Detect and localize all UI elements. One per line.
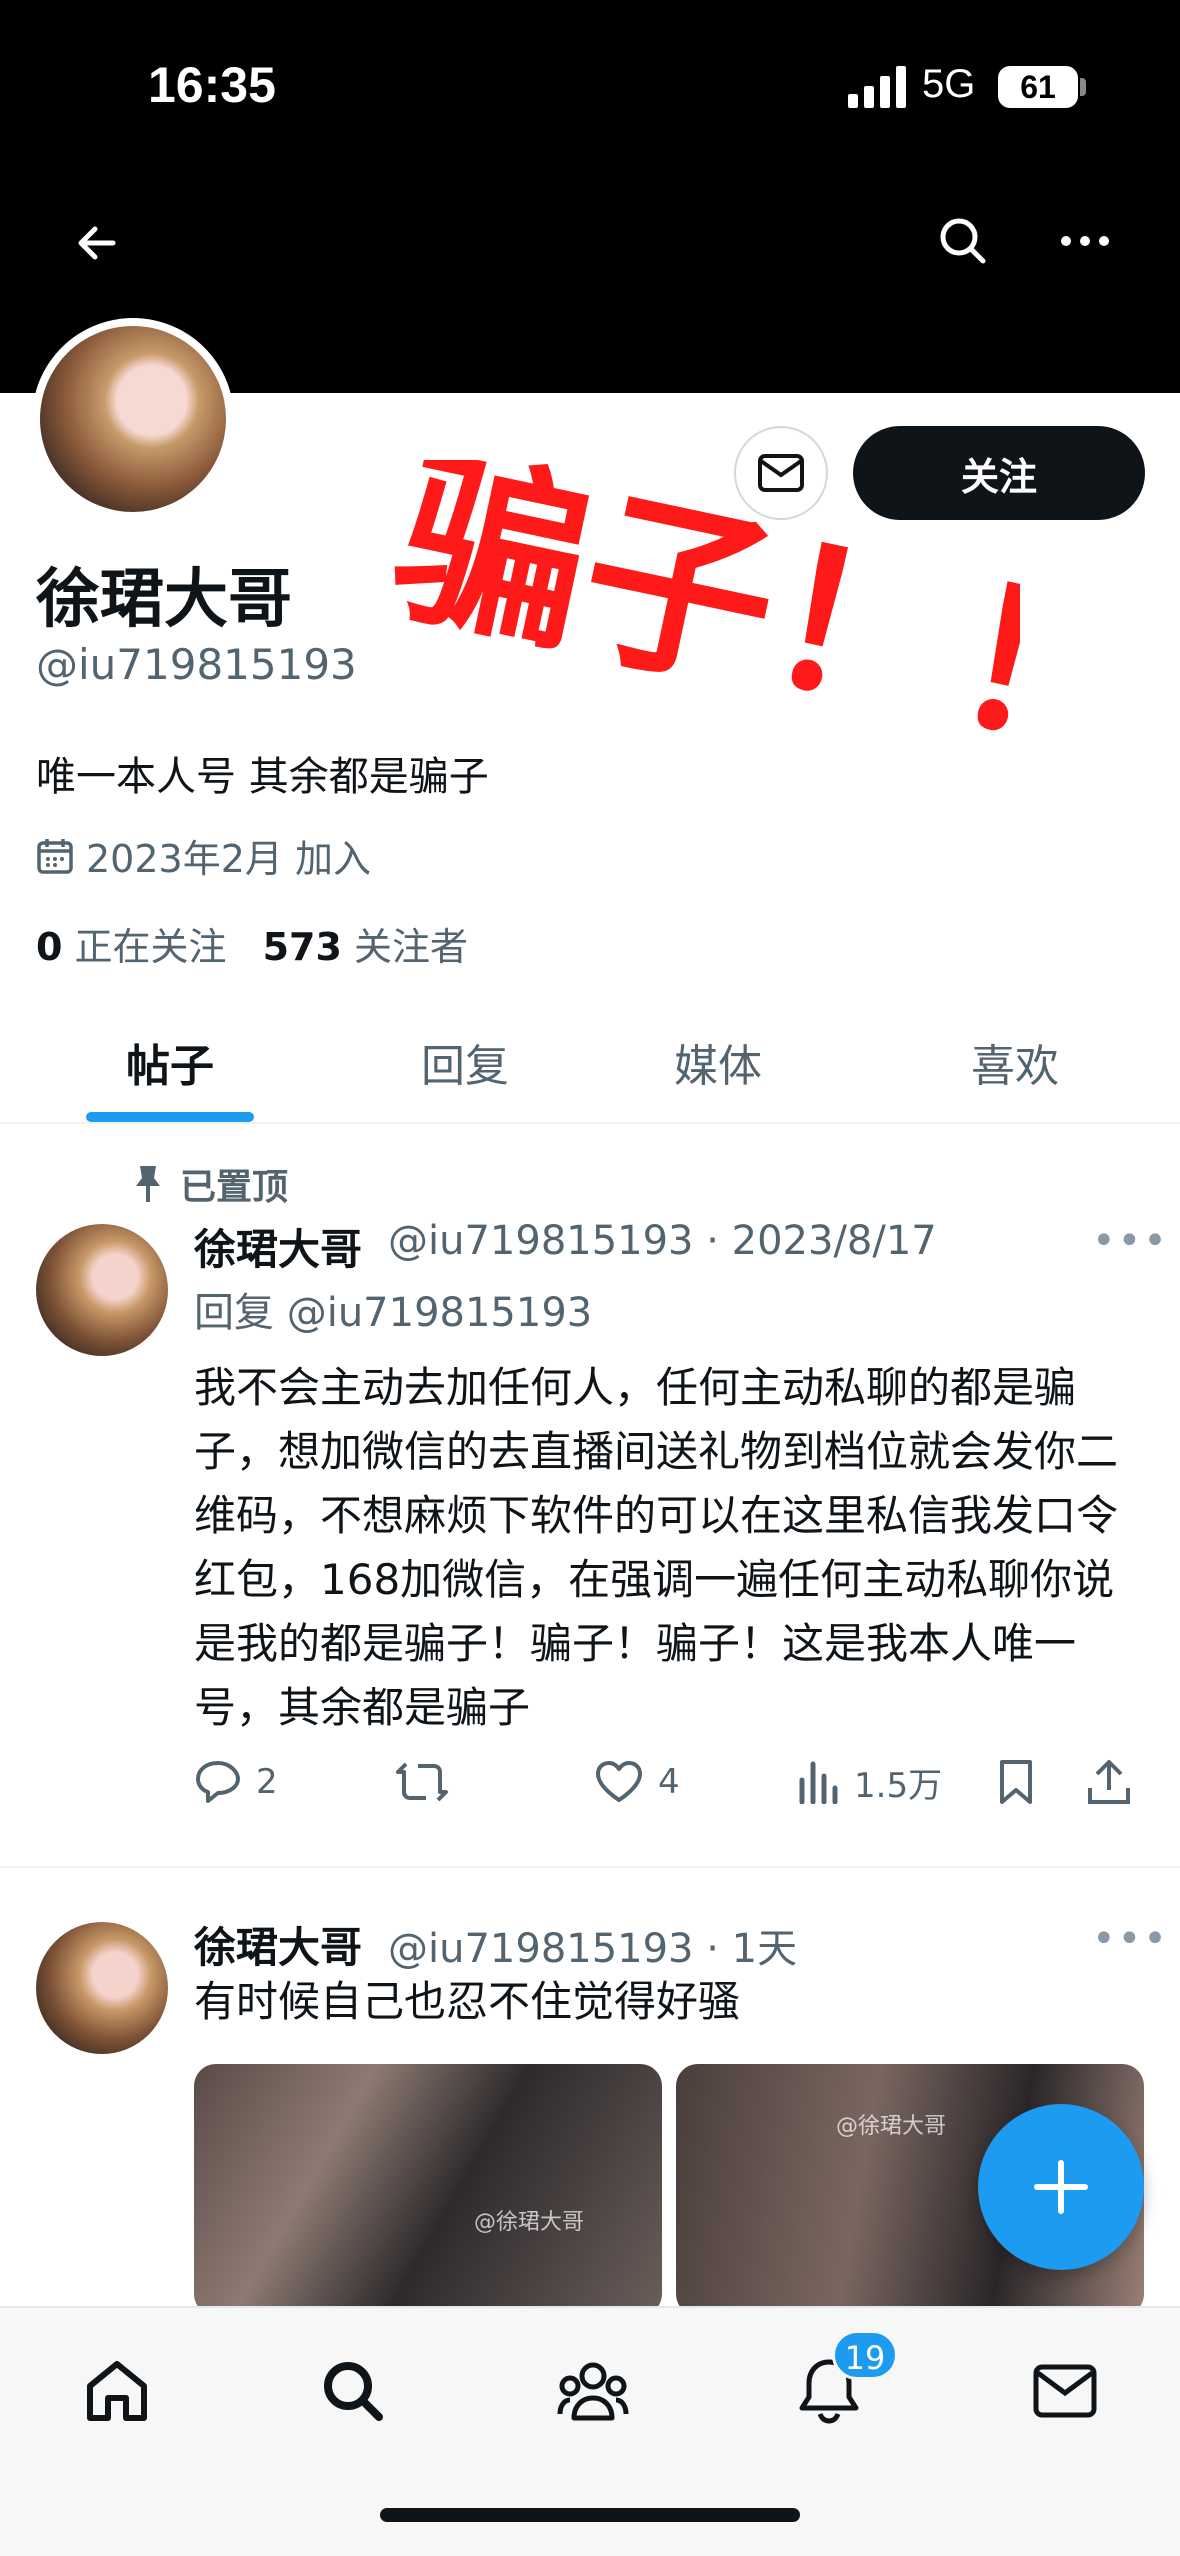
following-label: 正在关注: [74, 925, 227, 969]
home-icon[interactable]: [74, 2348, 160, 2434]
retweet-action[interactable]: [394, 1752, 450, 1812]
post-avatar[interactable]: [36, 1922, 168, 2054]
following-count: 0: [36, 925, 63, 969]
bookmark-icon: [1000, 1760, 1032, 1804]
envelope-icon: [758, 454, 804, 492]
status-time: 16:35: [148, 57, 276, 113]
plus-icon: [1034, 2160, 1088, 2214]
network-type: 5G: [922, 62, 976, 106]
share-action[interactable]: [1086, 1752, 1132, 1812]
followers-count: 573: [262, 925, 342, 969]
join-date: 2023年2月 加入: [36, 828, 371, 883]
display-name: 徐珺大哥: [36, 563, 292, 637]
post-avatar[interactable]: [36, 1224, 168, 1356]
post-actions: 2 4 1.5万: [194, 1752, 1146, 1812]
views-action[interactable]: 1.5万: [796, 1752, 942, 1812]
post-text: 我不会主动去加任何人，任何主动私聊的都是骗子，想加微信的去直播间送礼物到档位就会…: [194, 1363, 1119, 1732]
message-button[interactable]: [734, 426, 828, 520]
battery-level: 61: [998, 66, 1078, 108]
heart-icon: [596, 1761, 642, 1802]
messages-icon[interactable]: [1022, 2348, 1108, 2434]
active-tab-indicator: [86, 1112, 254, 1122]
home-indicator: [380, 2508, 800, 2522]
followers-label: 关注者: [353, 925, 468, 969]
following-stat[interactable]: 0 正在关注: [36, 916, 227, 971]
tab-replies[interactable]: 回复: [355, 1000, 575, 1124]
tab-posts[interactable]: 帖子: [60, 1000, 280, 1124]
profile-bio: 唯一本人号 其余都是骗子: [36, 754, 489, 800]
like-count: 4: [658, 1762, 680, 1802]
reply-to[interactable]: 回复 @iu719815193: [194, 1280, 592, 1338]
image-watermark: @徐珺大哥: [836, 2114, 947, 2139]
retweet-icon: [396, 1762, 448, 1802]
reply-icon: [196, 1761, 240, 1803]
search-icon[interactable]: [928, 206, 998, 276]
reply-action[interactable]: 2: [194, 1752, 278, 1812]
post-more-icon[interactable]: •••: [1092, 1218, 1169, 1264]
pinned-label: 已置顶: [132, 1158, 288, 1210]
profile-tabs: 帖子 回复 媒体 喜欢: [0, 1000, 1180, 1124]
notifications-badge: 19: [832, 2330, 898, 2380]
more-options-icon[interactable]: [1050, 206, 1120, 276]
tab-media[interactable]: 媒体: [608, 1000, 828, 1124]
followers-stat[interactable]: 573 关注者: [263, 916, 468, 971]
post-author-name[interactable]: 徐珺大哥: [194, 1216, 362, 1277]
follow-stats: 0 正在关注 573 关注者: [36, 916, 468, 971]
image-watermark: @徐珺大哥: [474, 2210, 585, 2235]
compose-button[interactable]: [978, 2104, 1144, 2270]
view-count: 1.5万: [854, 1765, 943, 1806]
search-tab-icon[interactable]: [310, 2348, 396, 2434]
pin-icon: [136, 1166, 160, 1202]
back-arrow-icon[interactable]: [62, 208, 132, 278]
share-icon: [1088, 1760, 1130, 1804]
battery-icon: [1080, 78, 1086, 96]
analytics-icon: [799, 1761, 838, 1804]
bookmark-action[interactable]: [996, 1752, 1036, 1812]
join-date-text: 2023年2月 加入: [86, 837, 371, 881]
like-action[interactable]: 4: [594, 1752, 680, 1812]
tab-likes[interactable]: 喜欢: [905, 1000, 1125, 1124]
follow-button[interactable]: 关注: [853, 426, 1145, 520]
communities-icon[interactable]: [550, 2348, 636, 2434]
post-more-icon[interactable]: •••: [1092, 1916, 1169, 1962]
profile-avatar[interactable]: [32, 318, 234, 520]
post-author-name[interactable]: 徐珺大哥: [194, 1914, 362, 1975]
post-author-meta: @iu719815193 · 2023/8/17: [388, 1218, 937, 1264]
post-text: 有时候自己也忍不住觉得好骚: [194, 1977, 741, 2026]
user-handle: @iu719815193: [36, 640, 357, 689]
pinned-text: 已置顶: [180, 1167, 289, 1208]
post-author-meta: @iu719815193 · 1天: [388, 1926, 798, 1972]
signal-icon: [848, 66, 906, 108]
post-divider: [0, 1866, 1180, 1868]
calendar-icon: [37, 838, 73, 874]
reply-count: 2: [256, 1762, 278, 1802]
post-media-image[interactable]: @徐珺大哥: [194, 2064, 662, 2316]
